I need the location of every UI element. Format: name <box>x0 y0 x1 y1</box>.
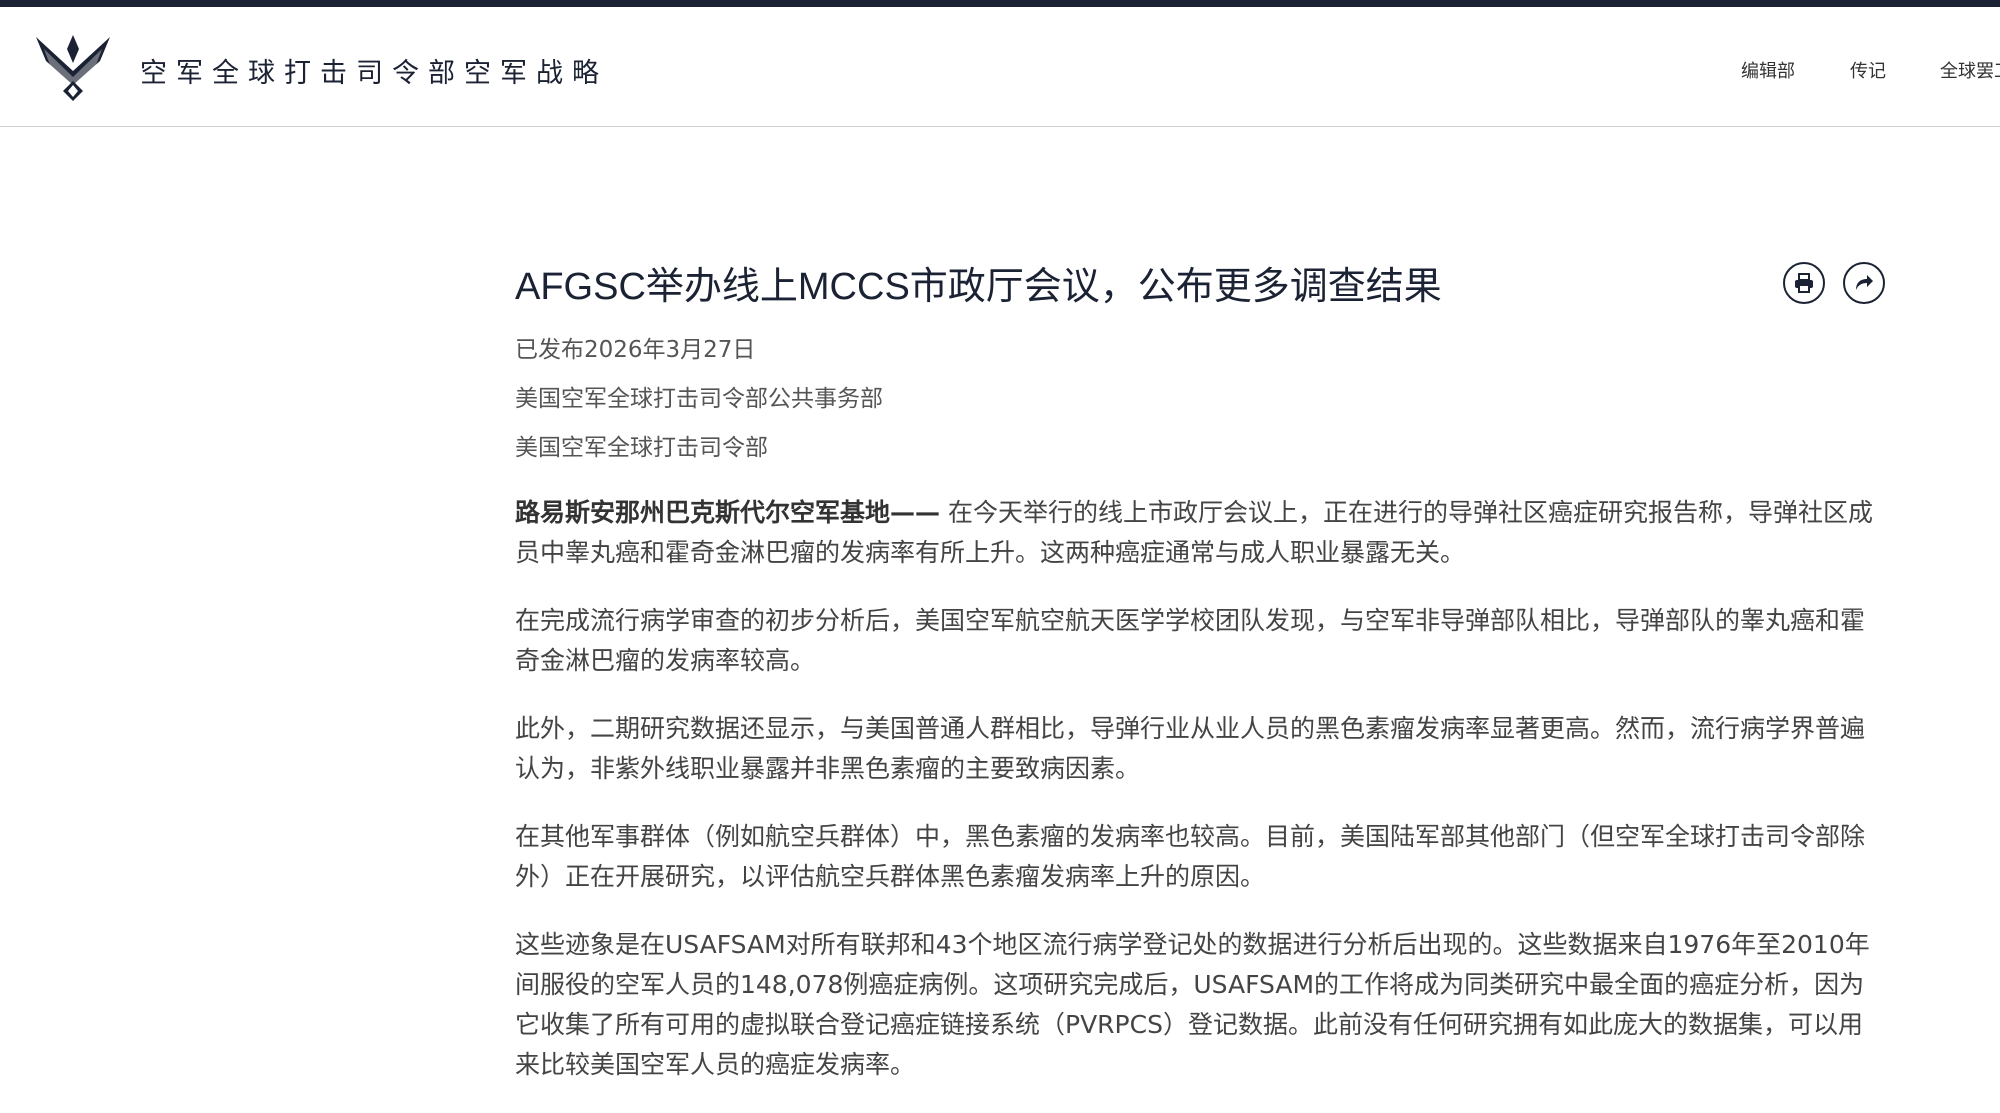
article-paragraph: 在其他军事群体（例如航空兵群体）中，黑色素瘤的发病率也较高。目前，美国陆军部其他… <box>515 822 1866 891</box>
article-source: 美国空军全球打击司令部 <box>515 435 768 461</box>
article-paragraph: 此外，二期研究数据还显示，与美国普通人群相比，导弹行业从业人员的黑色素瘤发病率显… <box>515 714 1866 783</box>
site-title[interactable]: 空军全球打击司令部空军战略 <box>140 51 608 90</box>
article-title: AFGSC举办线上MCCS市政厅会议，公布更多调查结果 <box>515 266 1442 308</box>
dateline: 路易斯安那州巴克斯代尔空军基地—— <box>515 498 941 527</box>
air-force-logo-icon[interactable] <box>34 31 112 103</box>
published-date: 已发布2026年3月27日 <box>515 337 756 363</box>
article-body: 路易斯安那州巴克斯代尔空军基地—— 在今天举行的线上市政厅会议上，正在进行的导弹… <box>515 493 1885 1085</box>
article-paragraph: 这些迹象是在USAFSAM对所有联邦和43个地区流行病学登记处的数据进行分析后出… <box>515 930 1870 1079</box>
main-nav: 编辑部 传记 全球罢工 <box>1741 57 2000 87</box>
site-header: 空军全球打击司令部空军战略 编辑部 传记 全球罢工 <box>0 7 2000 127</box>
top-accent-bar <box>0 0 2000 7</box>
nav-item-global-strike[interactable]: 全球罢工 <box>1940 57 2000 83</box>
article-author: 美国空军全球打击司令部公共事务部 <box>515 386 883 412</box>
article-paragraph: 在完成流行病学审查的初步分析后，美国空军航空航天医学学校团队发现，与空军非导弹部… <box>515 606 1866 675</box>
nav-item-editorial[interactable]: 编辑部 <box>1741 57 1795 83</box>
article-paragraph: 路易斯安那州巴克斯代尔空军基地—— 在今天举行的线上市政厅会议上，正在进行的导弹… <box>515 493 1885 573</box>
article: AFGSC举办线上MCCS市政厅会议，公布更多调查结果 已发布2026年3月27… <box>515 250 1885 1113</box>
nav-item-biographies[interactable]: 传记 <box>1850 57 1886 83</box>
